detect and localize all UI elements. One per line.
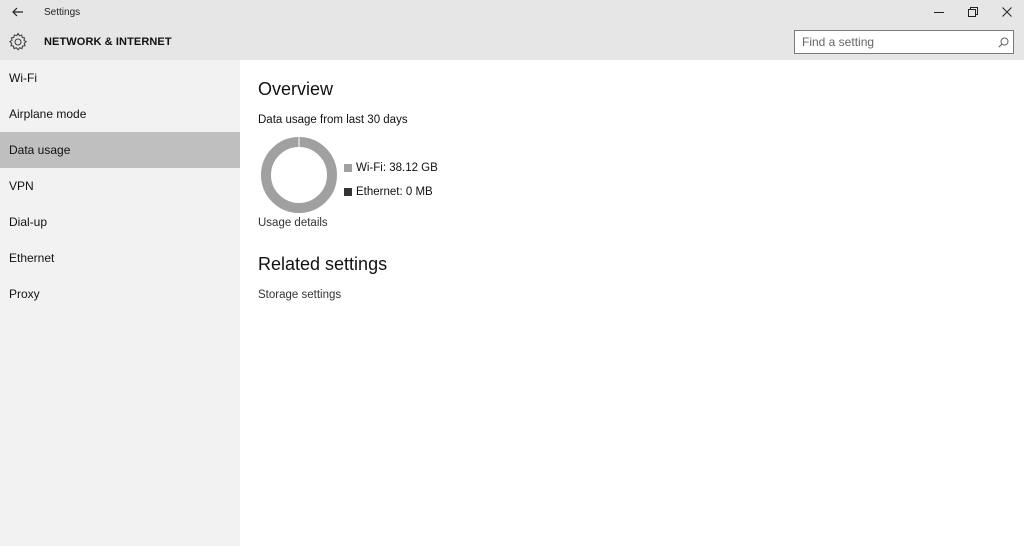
minimize-button[interactable]	[922, 0, 956, 24]
sidebar-item-label: Data usage	[9, 143, 71, 157]
related-settings-heading: Related settings	[258, 254, 388, 274]
search-icon[interactable]	[993, 31, 1013, 53]
data-usage-donut-chart	[261, 137, 337, 213]
sidebar-item-label: VPN	[9, 179, 34, 193]
search-box[interactable]	[794, 30, 1014, 54]
close-icon	[1002, 7, 1012, 17]
sidebar-item-airplane-mode[interactable]: Airplane mode	[0, 96, 240, 132]
section-title: NETWORK & INTERNET	[44, 36, 172, 48]
legend-swatch-ethernet	[344, 188, 352, 196]
gear-icon	[9, 32, 27, 51]
legend-swatch-wifi	[344, 164, 352, 172]
overview-heading: Overview	[258, 79, 334, 99]
usage-legend: Wi-Fi: 38.12 GB Ethernet: 0 MB	[344, 156, 438, 204]
sidebar-item-dial-up[interactable]: Dial-up	[0, 204, 240, 240]
sidebar-item-label: Proxy	[9, 287, 40, 301]
sidebar-item-label: Ethernet	[9, 251, 55, 265]
storage-settings-link[interactable]: Storage settings	[258, 289, 341, 301]
title-bar: Settings	[0, 0, 1024, 24]
donut-wifi-ring	[261, 137, 337, 213]
settings-window: Settings NETWORK & INTERNET Find a setti…	[0, 0, 1024, 546]
page-header: NETWORK & INTERNET	[0, 24, 1024, 60]
sidebar-item-wifi[interactable]: Wi-Fi	[0, 60, 240, 96]
close-button[interactable]	[990, 0, 1024, 24]
restore-icon	[968, 7, 978, 17]
sidebar-item-label: Airplane mode	[9, 107, 87, 121]
search-input[interactable]	[795, 35, 993, 49]
restore-button[interactable]	[956, 0, 990, 24]
legend-item-ethernet: Ethernet: 0 MB	[344, 180, 438, 204]
legend-label-wifi: Wi-Fi: 38.12 GB	[356, 162, 438, 174]
window-controls	[922, 0, 1024, 24]
gear-icon-wrap	[0, 24, 36, 60]
sidebar-item-label: Wi-Fi	[9, 71, 37, 85]
sidebar-item-ethernet[interactable]: Ethernet	[0, 240, 240, 276]
sidebar-item-vpn[interactable]: VPN	[0, 168, 240, 204]
legend-item-wifi: Wi-Fi: 38.12 GB	[344, 156, 438, 180]
sidebar: Wi-Fi Airplane mode Data usage VPN Dial-…	[0, 60, 240, 546]
main-content: Overview Data usage from last 30 days Wi…	[240, 60, 1024, 546]
sidebar-item-proxy[interactable]: Proxy	[0, 276, 240, 312]
window-title: Settings	[44, 6, 81, 18]
minimize-icon	[934, 12, 944, 13]
back-button[interactable]	[0, 0, 36, 24]
usage-subtitle: Data usage from last 30 days	[258, 114, 408, 126]
legend-label-ethernet: Ethernet: 0 MB	[356, 186, 433, 198]
sidebar-item-data-usage[interactable]: Data usage	[0, 132, 240, 168]
usage-details-link[interactable]: Usage details	[258, 217, 328, 229]
back-arrow-icon	[12, 7, 23, 17]
sidebar-item-label: Dial-up	[9, 215, 48, 229]
